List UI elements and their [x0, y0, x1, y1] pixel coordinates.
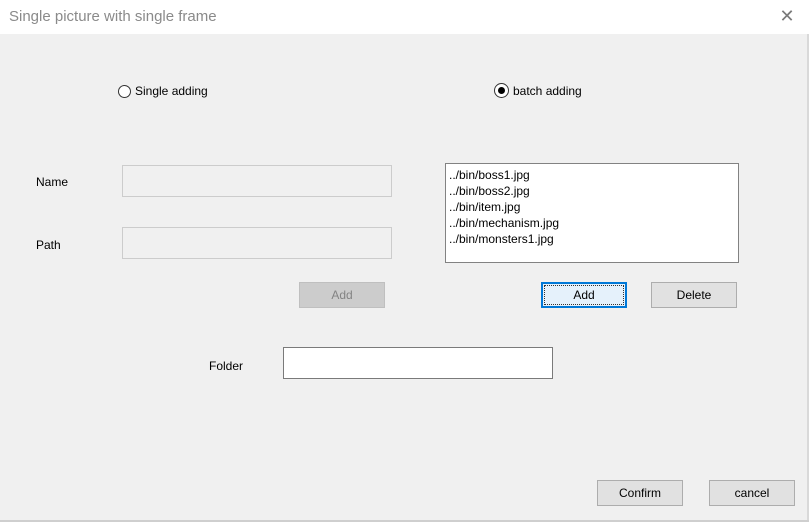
confirm-button[interactable]: Confirm: [597, 480, 683, 506]
folder-field[interactable]: [283, 347, 553, 379]
radio-single-adding[interactable]: Single adding: [118, 84, 208, 98]
name-label: Name: [36, 175, 69, 189]
list-item[interactable]: ../bin/boss2.jpg: [449, 183, 738, 199]
file-list[interactable]: ../bin/boss1.jpg ../bin/boss2.jpg ../bin…: [445, 163, 739, 263]
list-item[interactable]: ../bin/monsters1.jpg: [449, 231, 738, 247]
folder-label: Folder: [209, 359, 244, 373]
title-bar: Single picture with single frame ✕: [0, 0, 809, 34]
name-field[interactable]: [122, 165, 392, 197]
single-add-button[interactable]: Add: [299, 282, 385, 308]
delete-button[interactable]: Delete: [651, 282, 737, 308]
close-icon[interactable]: ✕: [779, 7, 795, 25]
radio-circle-checked: [494, 83, 509, 98]
radio-single-label: Single adding: [135, 84, 208, 98]
radio-batch-label: batch adding: [513, 83, 582, 98]
path-field[interactable]: [122, 227, 392, 259]
batch-add-button[interactable]: Add: [541, 282, 627, 308]
window-title: Single picture with single frame: [9, 8, 217, 25]
list-item[interactable]: ../bin/boss1.jpg: [449, 167, 738, 183]
list-item[interactable]: ../bin/item.jpg: [449, 199, 738, 215]
radio-circle-unchecked: [118, 84, 131, 98]
list-item[interactable]: ../bin/mechanism.jpg: [449, 215, 738, 231]
cancel-button[interactable]: cancel: [709, 480, 795, 506]
radio-batch-adding[interactable]: batch adding: [494, 83, 582, 98]
path-label: Path: [36, 238, 61, 252]
